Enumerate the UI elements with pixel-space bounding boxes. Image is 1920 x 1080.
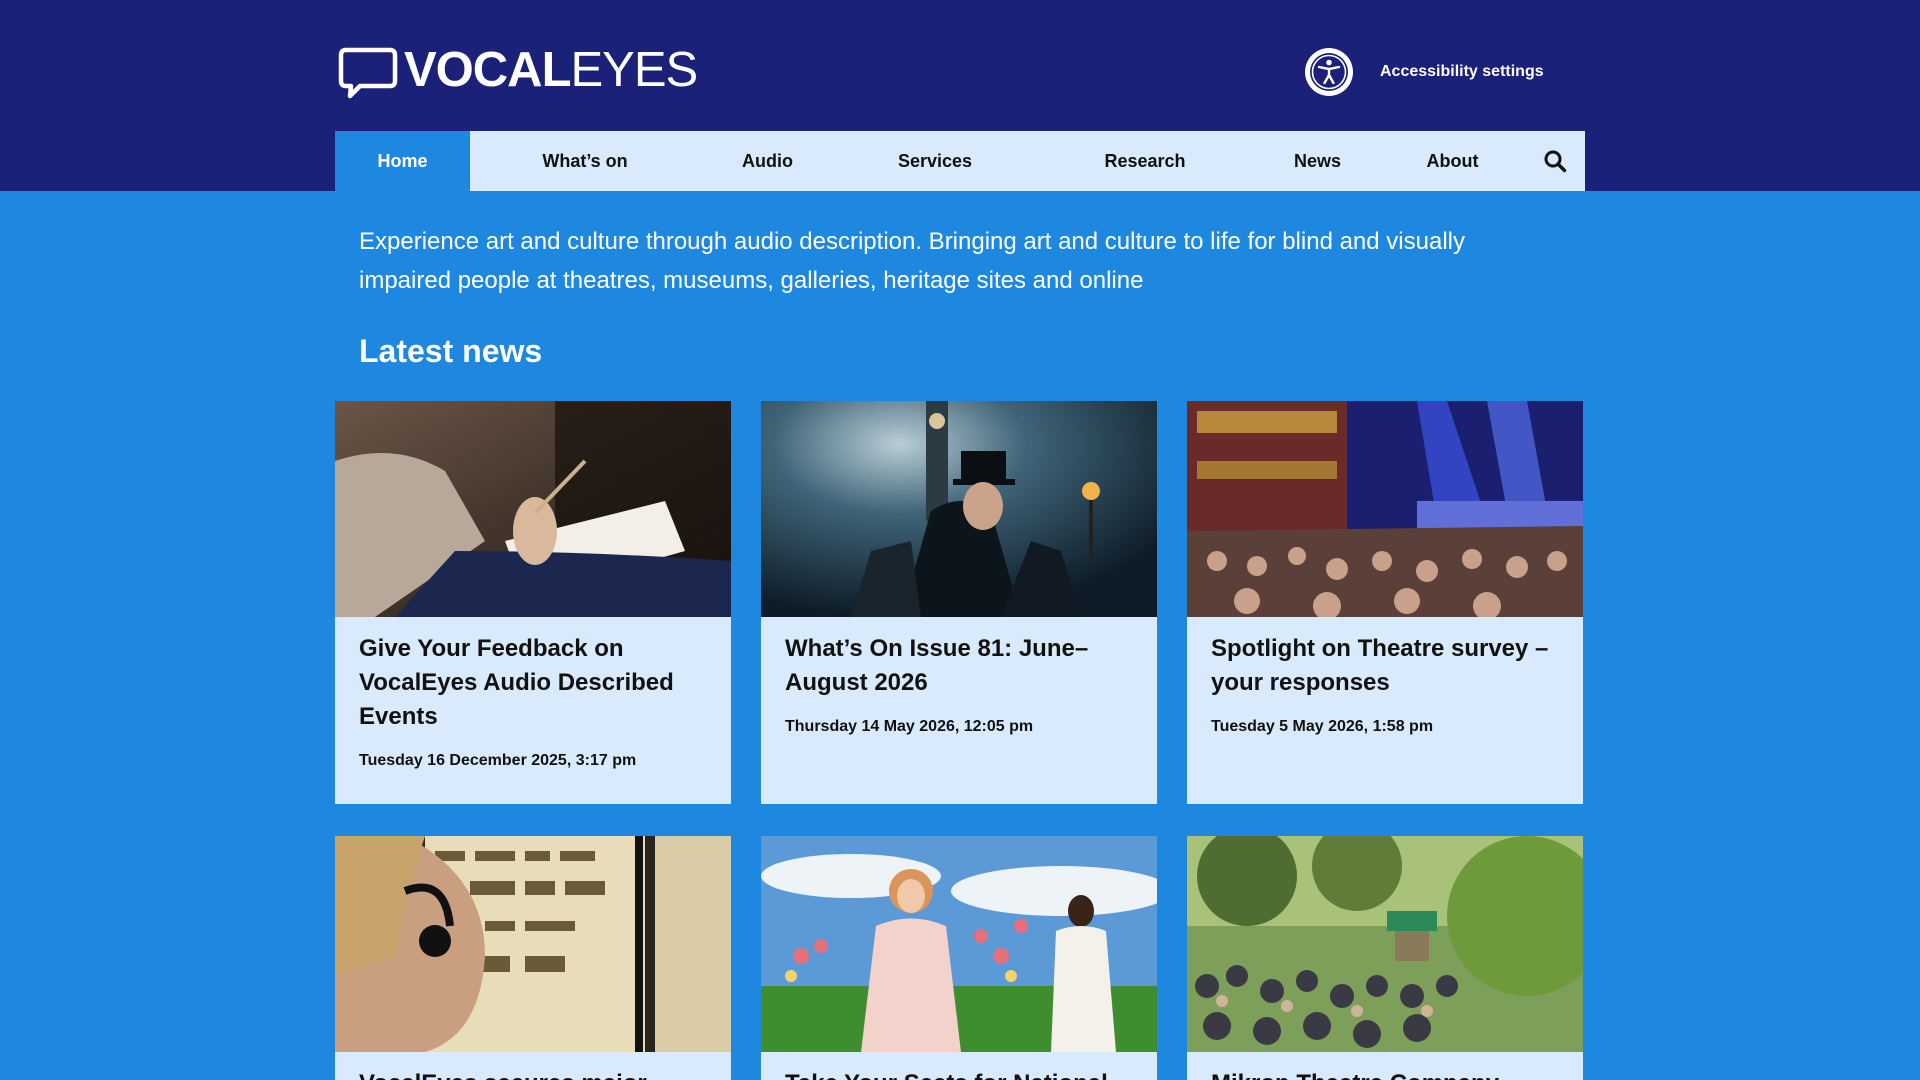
nav-item-about[interactable]: About <box>1380 131 1525 191</box>
news-card-title: Spotlight on Theatre survey – your respo… <box>1211 635 1549 696</box>
news-card[interactable]: Take Your Seats for National <box>761 836 1157 1080</box>
news-card-title: VocalEyes secures major <box>359 1067 707 1080</box>
news-card-date: Thursday 14 May 2026, 12:05 pm <box>785 718 1034 735</box>
news-image-outdoor-performance <box>1187 836 1583 1052</box>
nav-item-audio[interactable]: Audio <box>700 131 835 191</box>
search-button[interactable] <box>1525 131 1585 191</box>
accessibility-icon <box>1305 48 1353 96</box>
nav-item-news[interactable]: News <box>1255 131 1380 191</box>
accessibility-settings-label: Accessibility settings <box>1380 63 1544 80</box>
news-card-title: Take Your Seats for National <box>785 1067 1133 1080</box>
nav-item-home[interactable]: Home <box>335 131 470 191</box>
news-card-date: Tuesday 5 May 2026, 1:58 pm <box>1211 718 1434 735</box>
nav-item-research[interactable]: Research <box>1035 131 1255 191</box>
news-card-title: What’s On Issue 81: June–August 2026 <box>785 635 1089 696</box>
nav-item-services[interactable]: Services <box>835 131 1035 191</box>
accessibility-settings-button[interactable]: Accessibility settings <box>1305 48 1544 96</box>
news-card[interactable]: VocalEyes secures major <box>335 836 731 1080</box>
news-card-title: Mikron Theatre Company <box>1211 1067 1559 1080</box>
search-icon <box>1544 150 1567 173</box>
news-card-title: Give Your Feedback on VocalEyes Audio De… <box>359 635 674 730</box>
news-image-writing-notes <box>335 401 731 617</box>
main-nav: Home What’s on Audio Services Research N… <box>335 131 1585 191</box>
news-image-museum-listening <box>335 836 731 1052</box>
logo-wordmark: VOCALEYES <box>404 42 698 97</box>
news-card[interactable]: What’s On Issue 81: June–August 2026 Thu… <box>761 401 1157 804</box>
masthead: VOCALEYES Accessibility settings Home Wh… <box>0 0 1920 191</box>
speech-bubble-icon <box>338 47 398 99</box>
nav-item-whats-on[interactable]: What’s on <box>470 131 700 191</box>
news-card[interactable]: Spotlight on Theatre survey – your respo… <box>1187 401 1583 804</box>
news-card-date: Tuesday 16 December 2025, 3:17 pm <box>359 752 637 769</box>
news-card[interactable]: Give Your Feedback on VocalEyes Audio De… <box>335 401 731 804</box>
vocaleyes-logo[interactable]: VOCALEYES <box>338 42 698 99</box>
news-image-stage-production <box>761 836 1157 1052</box>
latest-news-heading: Latest news <box>359 333 543 369</box>
news-card[interactable]: Mikron Theatre Company <box>1187 836 1583 1080</box>
news-image-theatre-audience <box>1187 401 1583 617</box>
news-image-detective-poster <box>761 401 1157 617</box>
intro-text: Experience art and culture through audio… <box>359 228 1465 294</box>
